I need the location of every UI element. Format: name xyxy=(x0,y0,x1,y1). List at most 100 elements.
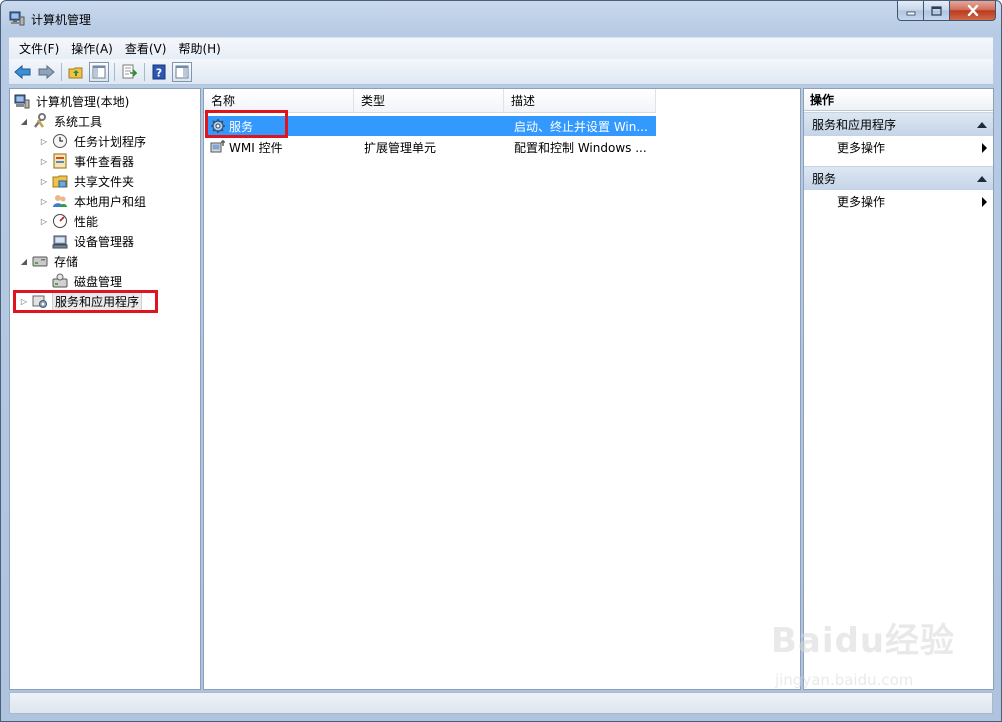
up-folder-icon xyxy=(68,67,83,78)
export-list-button[interactable] xyxy=(119,62,139,82)
tree-item-shared-folders[interactable]: ▷ 共享文件夹 xyxy=(38,171,136,191)
cell-description: 配置和控制 Windows ... xyxy=(514,140,647,155)
collapse-up-icon[interactable] xyxy=(977,122,987,128)
export-list-icon xyxy=(122,64,137,78)
back-button[interactable] xyxy=(13,62,33,82)
collapse-arrow-icon[interactable]: ◢ xyxy=(18,117,30,126)
collapse-arrow-icon[interactable]: ◢ xyxy=(18,257,30,266)
expand-arrow-icon[interactable]: ▷ xyxy=(38,137,50,146)
toolbar-separator xyxy=(144,62,145,81)
action-section-services[interactable]: 服务 xyxy=(804,166,993,190)
menu-bar: 文件(F) 操作(A) 查看(V) 帮助(H) xyxy=(9,37,993,59)
close-button[interactable] xyxy=(950,1,996,21)
tree-item-disk-management[interactable]: 磁盘管理 xyxy=(52,271,124,291)
tree-label: 设备管理器 xyxy=(74,234,135,249)
tree-item-event-viewer[interactable]: ▷ 事件查看器 xyxy=(38,151,136,171)
tree-label: 存储 xyxy=(54,254,79,269)
maximize-icon xyxy=(931,5,942,16)
tree-item-performance[interactable]: ▷ 性能 xyxy=(38,211,100,231)
computer-management-icon xyxy=(9,10,25,26)
tree-item-local-users-groups[interactable]: ▷ 本地用户和组 xyxy=(38,191,148,211)
device-manager-icon xyxy=(52,233,68,249)
wmi-control-icon xyxy=(210,139,226,155)
menu-help[interactable]: 帮助(H) xyxy=(172,39,226,59)
show-hide-action-pane-icon xyxy=(175,65,189,78)
svg-text:?: ? xyxy=(156,66,162,79)
menu-file[interactable]: 文件(F) xyxy=(9,39,65,59)
performance-icon xyxy=(52,213,68,229)
tree-item-device-manager[interactable]: 设备管理器 xyxy=(52,231,136,251)
caption-buttons xyxy=(897,1,996,21)
tree-label: 任务计划程序 xyxy=(74,134,147,149)
toolbar: ? xyxy=(9,59,993,85)
action-more-actions-services-apps[interactable]: 更多操作 xyxy=(804,137,993,159)
toolbar-separator xyxy=(114,62,115,81)
minimize-icon xyxy=(906,11,915,15)
clock-icon xyxy=(52,133,68,149)
console-tree[interactable]: 计算机管理(本地) ◢ 系统工具 ▷ 任务计划程序 ▷ 事件查看器 ▷ 共享文件… xyxy=(9,88,201,690)
action-section-title: 服务 xyxy=(812,172,837,186)
close-icon xyxy=(967,5,978,16)
show-hide-tree-button[interactable] xyxy=(89,61,109,82)
window: 计算机管理 文件(F) 操作(A) 查看(V) 帮助(H) ? 计算机管理(本地… xyxy=(0,0,1002,722)
cell-description: 启动、终止并设置 Win... xyxy=(514,119,648,134)
show-hide-action-pane-button[interactable] xyxy=(172,61,192,82)
tree-item-storage[interactable]: ◢ 存储 xyxy=(18,251,80,271)
menu-action[interactable]: 操作(A) xyxy=(65,39,119,59)
tree-item-task-scheduler[interactable]: ▷ 任务计划程序 xyxy=(38,131,148,151)
event-viewer-icon xyxy=(52,153,68,169)
tree-item-system-tools[interactable]: ◢ 系统工具 xyxy=(18,111,104,131)
maximize-button[interactable] xyxy=(924,1,950,21)
expand-arrow-icon[interactable]: ▷ xyxy=(38,197,50,206)
row-name-text: WMI 控件 xyxy=(229,140,283,155)
results-list[interactable]: 名称 类型 描述 服务 启动、终止并设置 Win... WMI 控件 扩展管理单… xyxy=(203,88,801,690)
tree-item-computer-management[interactable]: 计算机管理(本地) xyxy=(14,91,131,111)
watermark-url: jingyan.baidu.com xyxy=(775,671,914,689)
column-header-type[interactable]: 类型 xyxy=(354,89,504,113)
window-title: 计算机管理 xyxy=(31,13,92,27)
submenu-arrow-icon xyxy=(982,197,987,207)
computer-management-icon xyxy=(14,93,30,109)
help-button[interactable]: ? xyxy=(149,62,169,82)
cell-name: WMI 控件 xyxy=(206,139,358,156)
forward-arrow-icon xyxy=(38,64,55,79)
list-row-wmi-control[interactable]: WMI 控件 扩展管理单元 配置和控制 Windows ... xyxy=(206,137,656,157)
column-header-description[interactable]: 描述 xyxy=(504,89,656,113)
action-pane: 操作 服务和应用程序 更多操作 服务 更多操作 xyxy=(803,88,994,690)
highlight-box-services-apps xyxy=(13,290,158,313)
forward-button[interactable] xyxy=(36,62,56,82)
back-arrow-icon xyxy=(14,64,31,79)
help-icon: ? xyxy=(152,64,166,79)
shared-folder-icon xyxy=(52,173,68,189)
title-bar[interactable]: 计算机管理 xyxy=(1,1,1001,35)
up-one-level-button[interactable] xyxy=(66,62,86,82)
collapse-up-icon[interactable] xyxy=(977,176,987,182)
storage-icon xyxy=(32,253,48,269)
action-more-actions-services[interactable]: 更多操作 xyxy=(804,191,993,213)
menu-view[interactable]: 查看(V) xyxy=(119,39,173,59)
minimize-button[interactable] xyxy=(897,1,924,21)
tools-icon xyxy=(32,113,48,129)
highlight-box-services xyxy=(205,110,288,138)
action-item-label: 更多操作 xyxy=(837,141,886,155)
expand-arrow-icon[interactable]: ▷ xyxy=(38,177,50,186)
tree-label: 本地用户和组 xyxy=(74,194,147,209)
tree-label: 性能 xyxy=(74,214,99,229)
submenu-arrow-icon xyxy=(982,143,987,153)
tree-label: 事件查看器 xyxy=(74,154,135,169)
action-pane-header: 操作 xyxy=(804,89,993,111)
tree-label: 磁盘管理 xyxy=(74,274,123,289)
baidu-jingyan-watermark: Baidu经验 jingyan.baidu.com xyxy=(771,613,961,699)
action-section-title: 服务和应用程序 xyxy=(812,118,897,132)
expand-arrow-icon[interactable]: ▷ xyxy=(38,157,50,166)
cell-type: 扩展管理单元 xyxy=(364,140,437,155)
tree-label: 共享文件夹 xyxy=(74,174,135,189)
expand-arrow-icon[interactable]: ▷ xyxy=(38,217,50,226)
show-hide-tree-icon xyxy=(92,65,106,78)
users-icon xyxy=(52,193,68,209)
watermark-logo: Baidu经验 xyxy=(771,621,956,661)
action-section-services-apps[interactable]: 服务和应用程序 xyxy=(804,112,993,136)
tree-label: 计算机管理(本地) xyxy=(36,94,130,109)
tree-label: 系统工具 xyxy=(54,114,103,129)
disk-management-icon xyxy=(52,273,68,289)
